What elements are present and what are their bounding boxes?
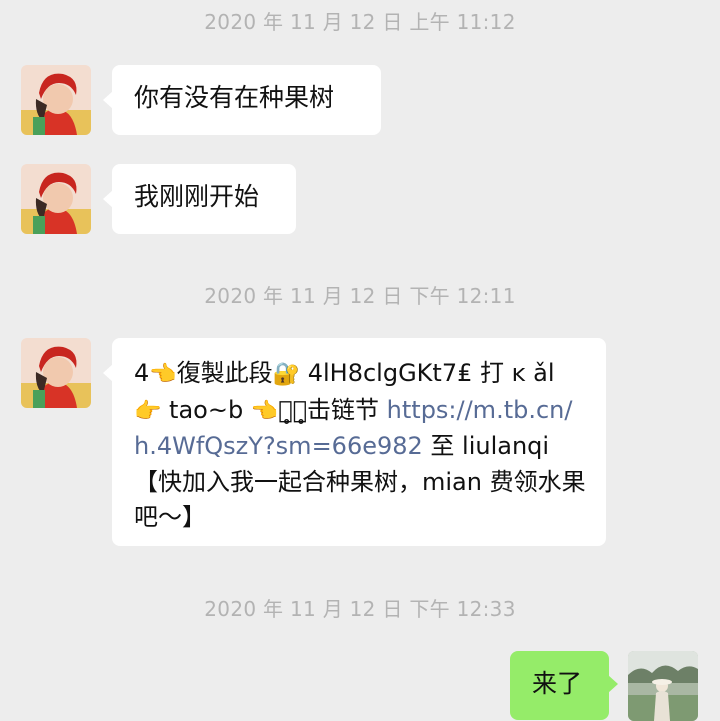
contact-avatar[interactable] xyxy=(21,65,91,135)
self-avatar[interactable] xyxy=(628,651,698,721)
lock-icon: 🔐 xyxy=(272,362,301,387)
message-text: 我刚刚开始 xyxy=(134,182,260,211)
share-text-part: 4lH8clgGKt7₤ 打 ĸ ǎl xyxy=(300,359,555,387)
share-text-part: 或̥點̥击链节 xyxy=(278,395,387,424)
pointing-hand-icon: 👉 xyxy=(134,398,162,424)
share-text-part: tao~b xyxy=(161,395,251,424)
message-bubble-outgoing[interactable]: 来了 xyxy=(510,651,618,720)
pointing-hand-icon: 👈 xyxy=(250,398,279,424)
share-text-part: 4 xyxy=(134,359,150,387)
timestamp: 2020 年 11 月 12 日 下午 12:11 xyxy=(204,284,516,308)
message-text: 你有没有在种果树 xyxy=(134,83,335,112)
message-text: 来了 xyxy=(532,669,583,698)
timestamp: 2020 年 11 月 12 日 上午 11:12 xyxy=(204,10,516,34)
share-message-bubble[interactable]: 4👈復製此段🔐 4lH8clgGKt7₤ 打 ĸ ǎl 👉 tao~b 👈或̥點… xyxy=(103,338,606,546)
share-text-part: 復製此段 xyxy=(176,359,273,387)
message-bubble[interactable]: 我刚刚开始 xyxy=(103,164,296,234)
pointing-hand-icon: 👈 xyxy=(149,362,177,387)
contact-avatar[interactable] xyxy=(21,338,91,408)
message-bubble[interactable]: 你有没有在种果树 xyxy=(103,65,381,135)
contact-avatar[interactable] xyxy=(21,164,91,234)
timestamp: 2020 年 11 月 12 日 下午 12:33 xyxy=(204,597,516,621)
